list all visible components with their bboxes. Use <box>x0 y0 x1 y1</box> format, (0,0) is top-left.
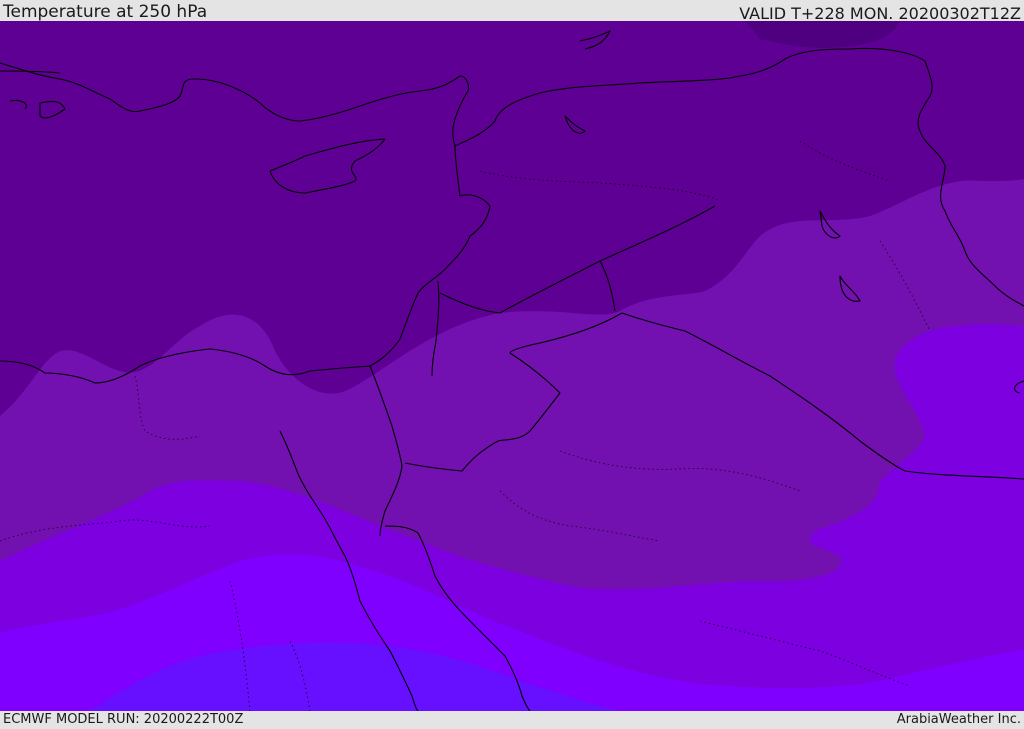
map-area[interactable] <box>0 21 1024 711</box>
temperature-map <box>0 21 1024 711</box>
header-bar: Temperature at 250 hPa VALID T+228 MON. … <box>0 0 1024 23</box>
model-run: ECMWF MODEL RUN: 20200222T00Z <box>3 712 244 727</box>
credit-text: ArabiaWeather Inc. <box>896 712 1021 727</box>
valid-time: VALID T+228 MON. 20200302T12Z <box>739 4 1021 23</box>
footer-bar: ECMWF MODEL RUN: 20200222T00Z ArabiaWeat… <box>0 711 1024 729</box>
map-title: Temperature at 250 hPa <box>3 2 208 22</box>
